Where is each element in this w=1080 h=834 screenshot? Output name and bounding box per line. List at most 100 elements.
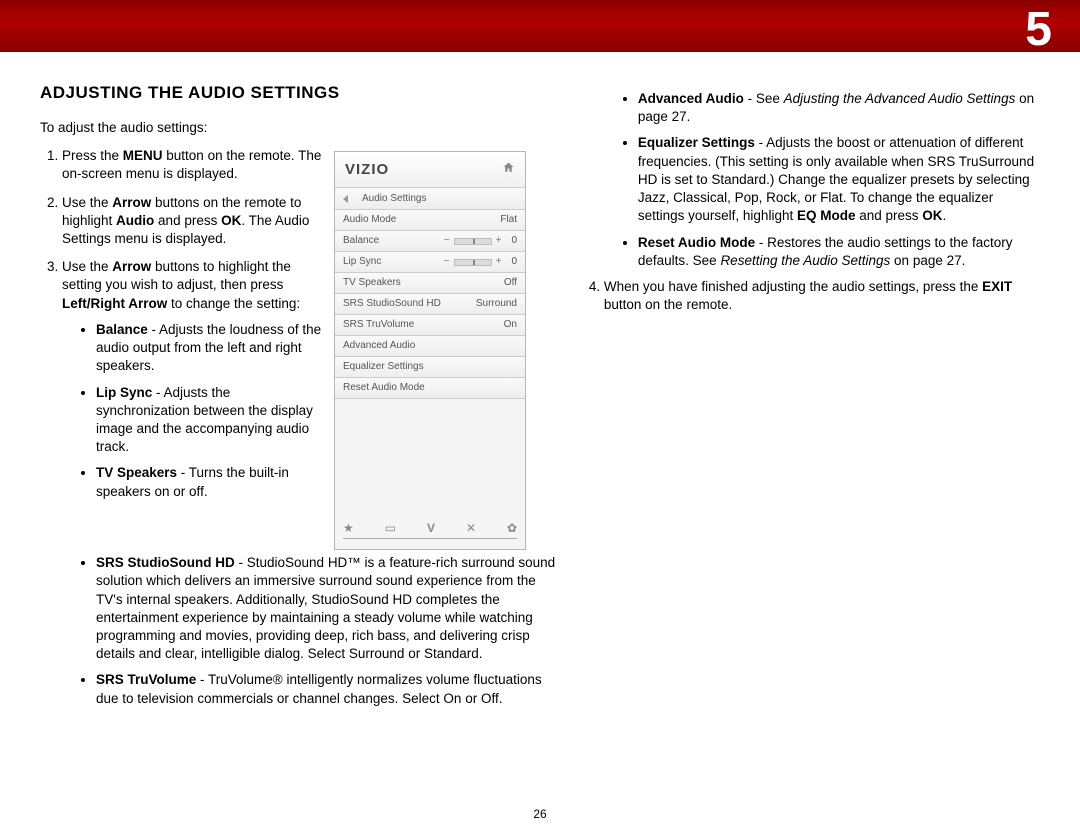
osd-row-label: TV Speakers bbox=[343, 276, 401, 290]
page-number: 26 bbox=[0, 806, 1080, 822]
osd-sub: Audio Settings bbox=[335, 188, 525, 210]
t: MENU bbox=[123, 148, 163, 163]
bullets-short: Balance - Adjusts the loudness of the au… bbox=[62, 321, 322, 501]
osd-rows: Audio ModeFlatBalance−+0Lip Sync−+0TV Sp… bbox=[335, 210, 525, 399]
osd-row-label: Lip Sync bbox=[343, 255, 381, 269]
osd-row-label: Balance bbox=[343, 234, 379, 248]
right-column: Advanced Audio - See Adjusting the Advan… bbox=[582, 82, 1040, 716]
t: SRS StudioSound HD bbox=[96, 555, 235, 570]
step-4: When you have finished adjusting the aud… bbox=[604, 278, 1040, 314]
t: SRS TruVolume bbox=[96, 672, 196, 687]
chapter-banner: 5 bbox=[0, 0, 1080, 52]
osd-row: Equalizer Settings bbox=[335, 357, 525, 378]
step-2: Use the Arrow buttons on the remote to h… bbox=[62, 194, 322, 249]
gear-icon: ✿ bbox=[507, 520, 517, 536]
t: Left/Right Arrow bbox=[62, 296, 167, 311]
osd-row: Audio Mode Flat bbox=[335, 210, 525, 231]
vizio-logo: VIZIO bbox=[345, 160, 389, 180]
star-icon: ★ bbox=[343, 520, 354, 536]
step-list-top: Press the MENU button on the remote. The… bbox=[40, 147, 322, 501]
slider-track bbox=[454, 259, 492, 266]
osd-row-value: On bbox=[504, 318, 517, 332]
t: Press the bbox=[62, 148, 123, 163]
osd-row-value: Surround bbox=[476, 297, 517, 311]
bullet-tvspeakers: TV Speakers - Turns the built-in speaker… bbox=[96, 464, 322, 500]
left-column: ADJUSTING THE AUDIO SETTINGS To adjust t… bbox=[40, 82, 558, 716]
t: Audio bbox=[116, 213, 154, 228]
osd-row-label: Equalizer Settings bbox=[343, 360, 424, 374]
t: EXIT bbox=[982, 279, 1012, 294]
bullet-reset: Reset Audio Mode - Restores the audio se… bbox=[638, 234, 1040, 270]
t: Reset Audio Mode bbox=[638, 235, 755, 250]
t: button on the remote. bbox=[604, 297, 732, 312]
bullet-srs: SRS StudioSound HD - StudioSound HD™ is … bbox=[96, 554, 558, 663]
osd-row: Reset Audio Mode bbox=[335, 378, 525, 399]
t: . bbox=[943, 208, 947, 223]
page-content: ADJUSTING THE AUDIO SETTINGS To adjust t… bbox=[0, 52, 1080, 716]
t: Arrow bbox=[112, 195, 151, 210]
t: and press bbox=[154, 213, 221, 228]
t: Adjusting the Advanced Audio Settings bbox=[784, 91, 1016, 106]
osd-slider: − +0 bbox=[444, 234, 517, 248]
plus-icon: + bbox=[496, 234, 502, 248]
minus-icon: − bbox=[444, 255, 450, 269]
t: Equalizer Settings bbox=[638, 135, 755, 150]
t: Lip Sync bbox=[96, 385, 152, 400]
osd-bottom-bar: ★ ▭ V ✕ ✿ bbox=[343, 520, 517, 539]
osd-row: SRS StudioSound HD Surround bbox=[335, 294, 525, 315]
t: on page 27. bbox=[890, 253, 965, 268]
step-3: Use the Arrow buttons to highlight the s… bbox=[62, 258, 322, 501]
steps-panel-wrap: Press the MENU button on the remote. The… bbox=[40, 147, 558, 550]
osd-row-label: Advanced Audio bbox=[343, 339, 415, 353]
back-triangle-icon bbox=[343, 195, 348, 203]
osd-row: TV Speakers Off bbox=[335, 273, 525, 294]
t: Arrow bbox=[112, 259, 151, 274]
osd-row-value: 0 bbox=[511, 234, 517, 248]
bullets-wide: SRS StudioSound HD - StudioSound HD™ is … bbox=[40, 554, 558, 708]
bullet-truvolume: SRS TruVolume - TruVolume® intelligently… bbox=[96, 671, 558, 707]
steps-inset: Press the MENU button on the remote. The… bbox=[40, 147, 322, 550]
bullet-eq: Equalizer Settings - Adjusts the boost o… bbox=[638, 134, 1040, 225]
osd-row-label: Reset Audio Mode bbox=[343, 381, 425, 395]
t: Use the bbox=[62, 195, 112, 210]
osd-row-label: Audio Mode bbox=[343, 213, 396, 227]
home-icon bbox=[502, 161, 515, 179]
intro-text: To adjust the audio settings: bbox=[40, 119, 558, 137]
plus-icon: + bbox=[496, 255, 502, 269]
section-title: ADJUSTING THE AUDIO SETTINGS bbox=[40, 82, 558, 105]
osd-sub-label: Audio Settings bbox=[362, 192, 427, 206]
step-1: Press the MENU button on the remote. The… bbox=[62, 147, 322, 183]
cc-icon: ▭ bbox=[385, 520, 396, 536]
osd-row-label: SRS TruVolume bbox=[343, 318, 414, 332]
chapter-number: 5 bbox=[1025, 0, 1052, 63]
t: When you have finished adjusting the aud… bbox=[604, 279, 982, 294]
osd-row-label: SRS StudioSound HD bbox=[343, 297, 441, 311]
t: Resetting the Audio Settings bbox=[720, 253, 890, 268]
osd-row-value: Flat bbox=[500, 213, 517, 227]
osd-row: SRS TruVolume On bbox=[335, 315, 525, 336]
v-icon: V bbox=[427, 520, 435, 536]
t: Use the bbox=[62, 259, 112, 274]
osd-panel: VIZIO Audio Settings Audio Mode Flat Balan… bbox=[334, 151, 526, 550]
osd-row: Lip Sync−+0 bbox=[335, 252, 525, 273]
bullet-advanced: Advanced Audio - See Adjusting the Advan… bbox=[638, 90, 1040, 126]
t: TV Speakers bbox=[96, 465, 177, 480]
step-list-4: When you have finished adjusting the aud… bbox=[582, 278, 1040, 314]
t: OK bbox=[922, 208, 942, 223]
osd-row-value: Off bbox=[504, 276, 517, 290]
t: to change the setting: bbox=[167, 296, 300, 311]
t: and press bbox=[855, 208, 922, 223]
t: Advanced Audio bbox=[638, 91, 744, 106]
osd-slider: −+0 bbox=[444, 255, 517, 269]
close-icon: ✕ bbox=[466, 520, 476, 536]
t: Balance bbox=[96, 322, 148, 337]
t: - See bbox=[744, 91, 784, 106]
bullet-lipsync: Lip Sync - Adjusts the synchronization b… bbox=[96, 384, 322, 457]
minus-icon: − bbox=[444, 234, 450, 248]
t: OK bbox=[221, 213, 241, 228]
t: EQ Mode bbox=[797, 208, 856, 223]
t: - StudioSound HD™ is a feature-rich surr… bbox=[96, 555, 555, 661]
bullet-balance: Balance - Adjusts the loudness of the au… bbox=[96, 321, 322, 376]
slider-track bbox=[454, 238, 492, 245]
osd-row: Balance − +0 bbox=[335, 231, 525, 252]
